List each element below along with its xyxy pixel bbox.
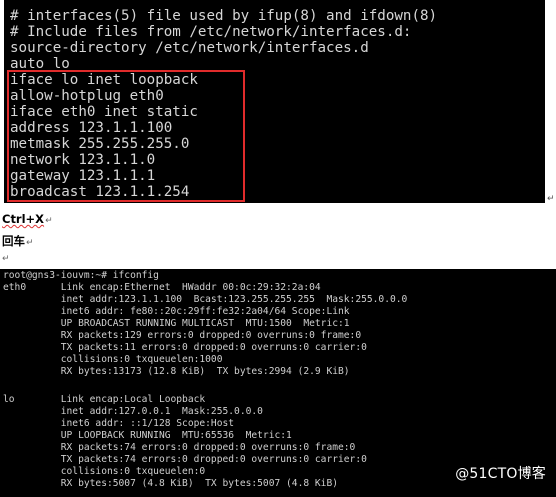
- paragraph-mark: ↵: [26, 238, 34, 248]
- ifconfig-screenshot: root@gns3-iouvm:~# ifconfig eth0 Link en…: [0, 269, 556, 497]
- terminal-line: root@gns3-iouvm:~# ifconfig: [3, 270, 159, 281]
- terminal-line: collisions:0 txqueuelen:0: [3, 466, 206, 477]
- highlight-box: [7, 70, 245, 202]
- paragraph-mark: ↵: [547, 194, 555, 204]
- terminal-line: RX bytes:5007 (4.8 KiB) TX bytes:5007 (4…: [3, 478, 339, 489]
- terminal-line: # interfaces(5) file used by ifup(8) and…: [10, 8, 438, 24]
- terminal-line: UP BROADCAST RUNNING MULTICAST MTU:1500 …: [3, 318, 350, 329]
- terminal-line: inet6 addr: ::1/128 Scope:Host: [3, 418, 235, 429]
- terminal-line: UP LOOPBACK RUNNING MTU:65536 Metric:1: [3, 430, 292, 441]
- ctrl-x-text: Ctrl+X: [2, 212, 45, 226]
- watermark: @51CTO博客: [455, 466, 546, 482]
- doc-line-ctrl-x: Ctrl+X↵: [2, 212, 53, 226]
- terminal-line: inet addr:123.1.1.100 Bcast:123.255.255.…: [3, 294, 408, 305]
- terminal-line: eth0 Link encap:Ethernet HWaddr 00:0c:29…: [3, 282, 321, 293]
- terminal-line: inet6 addr: fe80::20c:29ff:fe32:2a04/64 …: [3, 306, 350, 317]
- enter-text: 回车: [2, 234, 25, 248]
- terminal-line: # Include files from /etc/network/interf…: [10, 24, 412, 40]
- paragraph-mark: ↵: [2, 254, 10, 264]
- terminal-line: RX packets:129 errors:0 dropped:0 overru…: [3, 330, 362, 341]
- terminal-line: RX bytes:13173 (12.8 KiB) TX bytes:2994 …: [3, 366, 350, 377]
- terminal-line: lo Link encap:Local Loopback: [3, 394, 206, 405]
- terminal-line: TX packets:74 errors:0 dropped:0 overrun…: [3, 454, 367, 465]
- doc-line-enter: 回车↵: [2, 233, 34, 249]
- terminal-line: collisions:0 txqueuelen:1000: [3, 354, 223, 365]
- interfaces-file-screenshot: # interfaces(5) file used by ifup(8) and…: [4, 0, 545, 203]
- paragraph-mark: ↵: [45, 216, 53, 226]
- terminal-line: inet addr:127.0.0.1 Mask:255.0.0.0: [3, 406, 263, 417]
- terminal-line: source-directory /etc/network/interfaces…: [10, 40, 369, 56]
- terminal-line: RX packets:74 errors:0 dropped:0 overrun…: [3, 442, 356, 453]
- terminal-line: TX packets:11 errors:0 dropped:0 overrun…: [3, 342, 367, 353]
